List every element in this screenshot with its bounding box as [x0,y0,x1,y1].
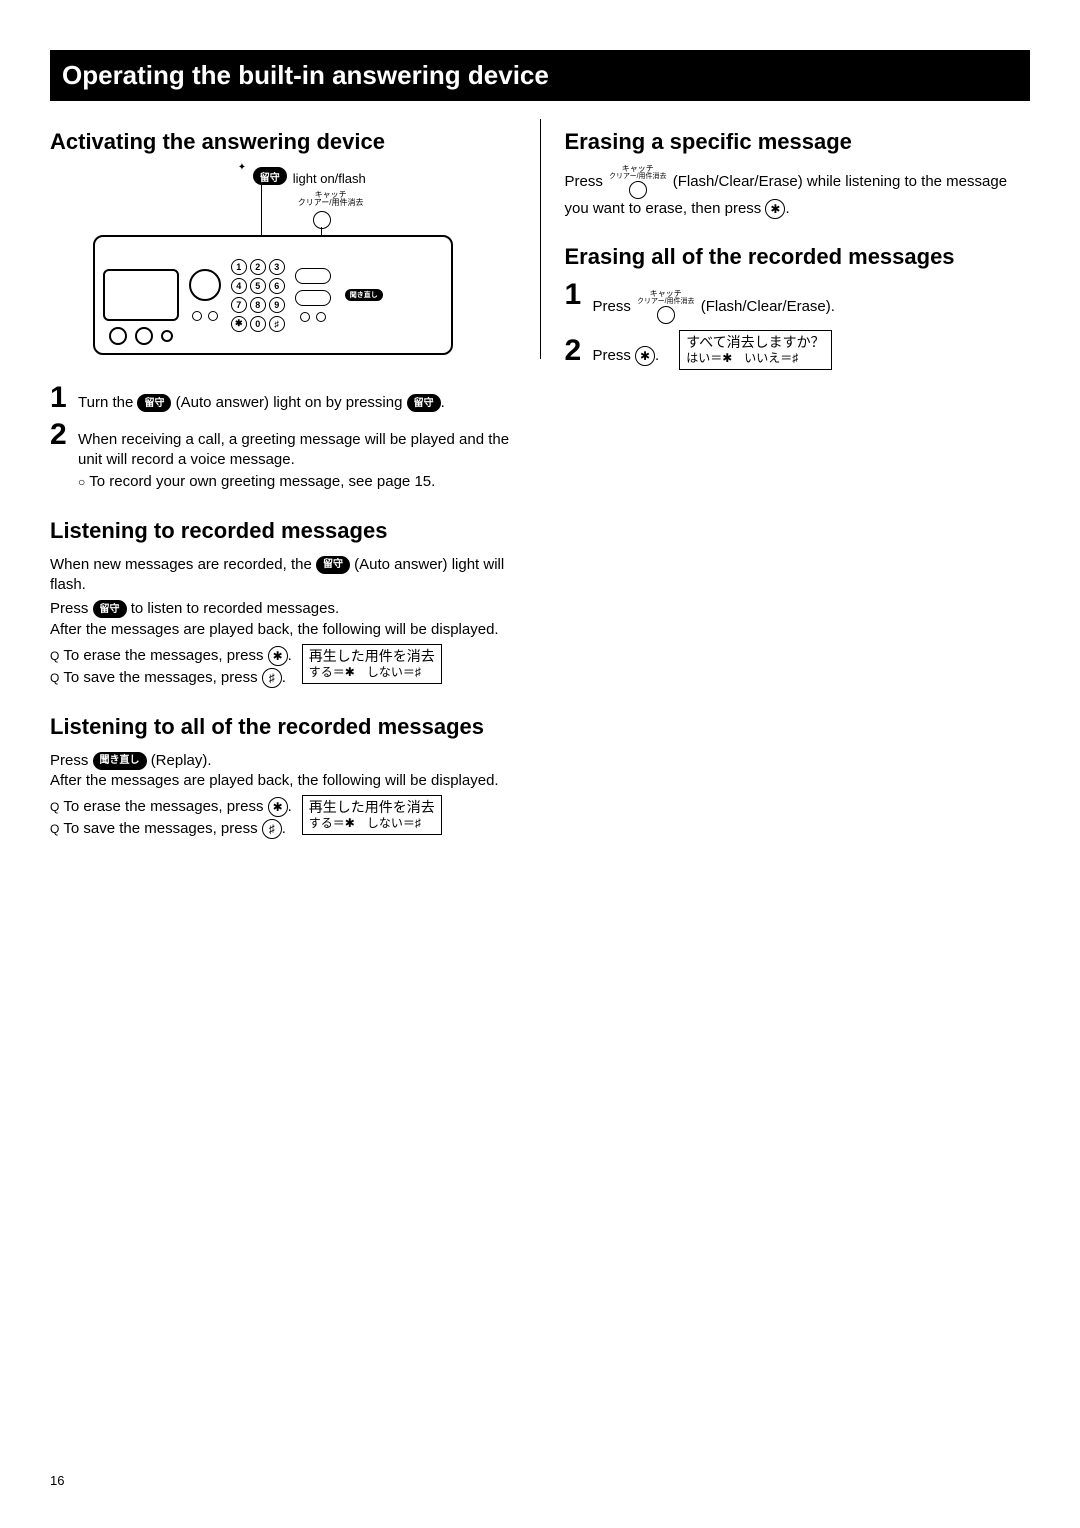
heading-activating: Activating the answering device [50,129,516,155]
keypad: 1 2 3 4 5 6 7 8 9 ✱ 0 ♯ [231,259,285,332]
replay-button-diagram: 聞き直し [345,289,383,301]
save-bullet: Q To save the messages, press ♯. [50,819,292,839]
left-column: Activating the answering device ✦ 留守 lig… [50,119,516,840]
bullet-icon: Q [50,646,59,666]
key-0: 0 [250,316,266,332]
step-1-activating: Turn the 留守 (Auto answer) light on by pr… [78,383,516,413]
key-2: 2 [250,259,266,275]
key-star: ✱ [231,316,247,332]
key-9: 9 [269,297,285,313]
step-number: 2 [50,420,72,450]
small-buttons [300,312,326,322]
key-7: 7 [231,297,247,313]
callout-line [261,185,262,235]
key-1: 1 [231,259,247,275]
small-buttons [192,311,218,321]
rusu-button-diagram-top: 留守 [253,167,287,185]
star-button-icon: ✱ [268,797,288,817]
flash-clear-erase-button-icon: キャッチ クリアー/用件消去 [637,290,695,324]
rusu-button-icon: 留守 [137,394,171,412]
erase-all-step2: Press ✱. [593,336,660,366]
catch-clear-label: キャッチ クリアー/用件消去 [298,191,364,207]
key-8: 8 [250,297,266,313]
heading-listening-all: Listening to all of the recorded message… [50,714,516,740]
star-button-icon: ✱ [268,646,288,666]
step-number: 1 [565,280,587,310]
bottom-left-buttons [109,327,173,345]
rusu-button-icon: 留守 [407,394,441,412]
rusu-button-icon: 留守 [93,600,127,618]
erase-bullet: Q To erase the messages, press ✱. [50,646,292,666]
right-column: Erasing a specific message Press キャッチ クリ… [565,119,1031,840]
lcd-display-box: すべて消去しますか？ はい＝✱ いいえ＝♯ [679,330,831,370]
bullet-icon: Q [50,797,59,817]
key-5: 5 [250,278,266,294]
page-title-bar: Operating the built-in answering device [50,50,1030,101]
step-number: 1 [50,383,72,413]
listen-all-para1: Press 聞き直し (Replay). [50,751,516,771]
flash-clear-erase-button-icon: キャッチ クリアー/用件消去 [609,165,667,199]
key-6: 6 [269,278,285,294]
key-4: 4 [231,278,247,294]
page-number: 16 [50,1473,64,1488]
heading-erase-all: Erasing all of the recorded messages [565,244,1031,270]
erase-specific-text: Press キャッチ クリアー/用件消去 (Flash/Clear/Erase)… [565,165,1031,219]
listen-all-para2: After the messages are played back, the … [50,771,516,791]
erase-bullet: Q To erase the messages, press ✱. [50,797,292,817]
device-diagram: ✦ 留守 light on/flash キャッチ クリアー/用件消去 [93,165,473,365]
listening-para1: When new messages are recorded, the 留守 (… [50,555,516,596]
oval-button [295,290,331,306]
save-bullet: Q To save the messages, press ♯. [50,668,292,688]
star-button-icon: ✱ [635,346,655,366]
step-2-activating: When receiving a call, a greeting messag… [78,420,516,493]
bullet-icon: ○ [78,472,85,492]
rusu-button-icon: 留守 [316,556,350,574]
light-flash-icon: ✦ [238,162,246,173]
bullet-icon: Q [50,668,59,688]
step-number: 2 [565,336,587,366]
lcd-display-box: 再生した用件を消去 する＝✱ しない＝♯ [302,795,442,835]
key-3: 3 [269,259,285,275]
bullet-icon: Q [50,819,59,839]
replay-button-icon: 聞き直し [93,752,147,770]
device-screen [103,269,179,321]
catch-clear-button-diagram [313,211,331,229]
star-button-icon: ✱ [765,199,785,219]
hash-button-icon: ♯ [262,819,282,839]
phone-base-device: 1 2 3 4 5 6 7 8 9 ✱ 0 ♯ [93,235,453,355]
oval-button [295,268,331,284]
nav-pad [189,269,221,301]
column-divider [540,119,541,359]
light-on-flash-label: light on/flash [293,171,366,186]
erase-all-step1: Press キャッチ クリアー/用件消去 (Flash/Clear/Erase)… [593,280,1031,324]
heading-listening: Listening to recorded messages [50,518,516,544]
lcd-display-box: 再生した用件を消去 する＝✱ しない＝♯ [302,644,442,684]
heading-erase-specific: Erasing a specific message [565,129,1031,155]
key-hash: ♯ [269,316,285,332]
hash-button-icon: ♯ [262,668,282,688]
listening-para2: Press 留守 to listen to recorded messages. [50,599,516,619]
listening-para3: After the messages are played back, the … [50,620,516,640]
